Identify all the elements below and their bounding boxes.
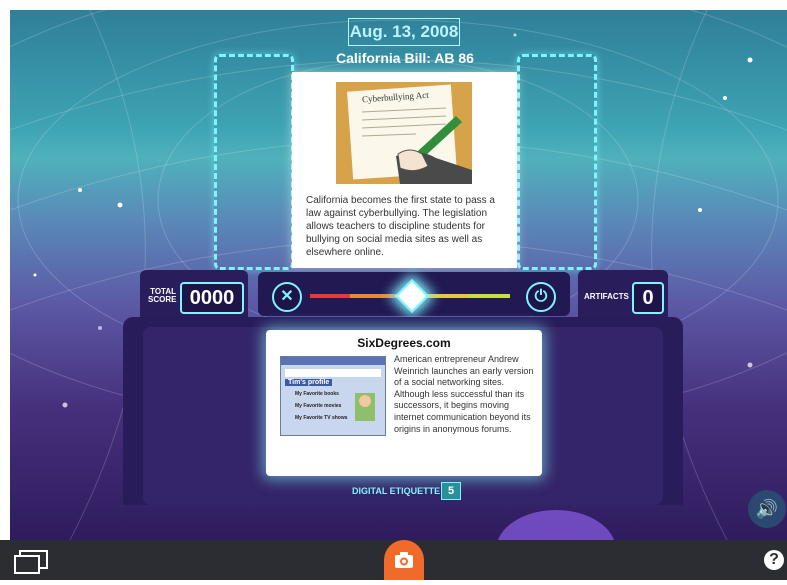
category-label: DIGITAL ETIQUETTE (352, 486, 441, 496)
speaker-icon: 🔊 (755, 499, 779, 519)
power-icon: ⏻ (534, 288, 548, 305)
artifacts-value: 0 (632, 282, 664, 314)
thumbnail-profile-title: Tim's profile (285, 379, 333, 386)
gallery-button[interactable] (14, 550, 48, 574)
sixdegrees-screenshot: Tim's profile My Favorite books My Favor… (280, 356, 386, 436)
current-card-title: SixDegrees.com (357, 336, 451, 350)
camera-icon (395, 552, 413, 568)
thumbnail-line-3: My Favorite TV shows (295, 415, 348, 421)
timeline-event-card: Cyberbullying Act California becomes the… (292, 72, 517, 268)
score-label: SCORE (148, 295, 177, 304)
help-button[interactable]: ? (764, 550, 784, 570)
artifacts-label: ARTIFACTS (584, 292, 629, 301)
event-description: California becomes the first state to pa… (306, 195, 495, 258)
camera-button[interactable] (384, 540, 424, 580)
current-event-card[interactable]: SixDegrees.com Tim's profile My Favorite… (266, 330, 542, 476)
current-card-description: American entrepreneur Andrew Weinrich la… (394, 354, 534, 434)
timeline-slot-left[interactable] (214, 54, 294, 270)
total-score-label: TOTAL SCORE (148, 288, 176, 304)
gallery-icon (14, 550, 48, 574)
thumbnail-line-2: My Favorite movies (295, 403, 342, 409)
category-count: 5 (441, 482, 461, 500)
cyberbullying-act-illustration: Cyberbullying Act (336, 82, 472, 184)
confirm-button[interactable]: ⏻ (526, 282, 556, 312)
sound-button[interactable]: 🔊 (748, 490, 786, 528)
thumbnail-line-1: My Favorite books (295, 391, 339, 397)
event-title: California Bill: AB 86 (336, 50, 474, 66)
thumbnail-avatar (355, 393, 375, 421)
timeline-slot-right[interactable] (517, 54, 597, 270)
reject-button[interactable]: ✕ (272, 282, 302, 312)
close-x-icon: ✕ (280, 288, 294, 305)
total-score-value: 0000 (180, 282, 244, 314)
event-date: Aug. 13, 2008 (348, 18, 460, 46)
